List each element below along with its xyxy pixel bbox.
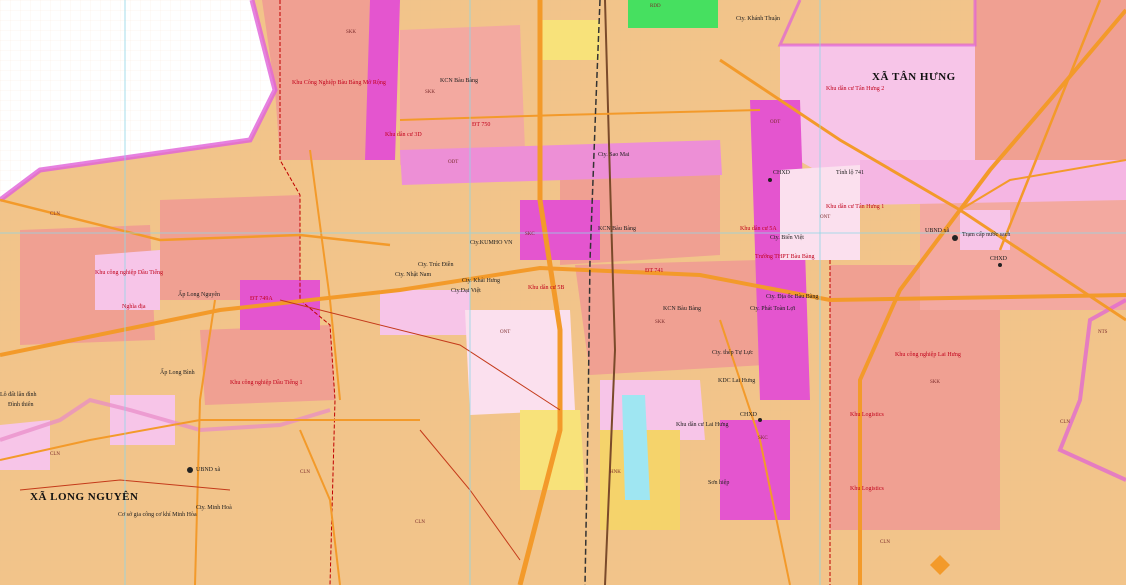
label-cty-sao-mai: Cty. Sao Mai <box>598 152 630 158</box>
code-label: HNK <box>610 470 621 475</box>
label-truong-thpt: Trường THPT Bàu Bàng <box>755 254 815 260</box>
label-cty-nhat-nam: Cty. Nhật Nam <box>395 272 432 278</box>
label-cty-minh-hoa: Cty. Minh Hoà <box>196 505 232 511</box>
chxd-marker-2 <box>998 263 1002 267</box>
label-cty-khai-hung: Cty. Khải Hưng <box>462 278 501 284</box>
map-canvas[interactable] <box>0 0 1126 585</box>
label-kcn-lai-hung: Khu công nghiệp Lai Hưng <box>895 352 961 358</box>
tan-hung-east-industrial <box>975 0 1126 180</box>
label-ap-long-binh: Ấp Long Bình <box>160 370 195 376</box>
label-dt-741: ĐT 741 <box>645 268 664 274</box>
label-khu-dan-cu-tan-hung-1: Khu dân cư Tân Hưng 1 <box>826 204 885 210</box>
chxd-marker-3 <box>758 418 762 422</box>
label-ap-long-nguyen: Ấp Long Nguyên <box>178 292 220 298</box>
label-lo-dat-lan-dinh: Lô đất lân đình <box>0 392 37 398</box>
label-cty-phat-toan-loi: Cty. Phát Toàn Lợi <box>750 306 796 312</box>
label-cty-khanh-thuan: Cty. Khánh Thuận <box>736 16 780 22</box>
code-label: SKK <box>346 30 357 35</box>
commune-label-tan-hung: XÃ TÂN HƯNG <box>872 71 956 83</box>
code-label: CLN <box>880 540 890 545</box>
label-kcn-dau-tieng: Khu công nghiệp Dầu Tiếng <box>95 270 163 276</box>
khu-dan-cu-dau-tieng <box>95 250 160 310</box>
label-cty-thep-tu-luc: Cty. thép Tự Lực <box>712 350 753 356</box>
label-cty-dai-viet: Cty.Đại Việt <box>451 288 481 294</box>
label-ubnd-tan-hung: UBND xã <box>925 228 950 234</box>
urban-strip-south <box>720 420 790 520</box>
label-dt-750: ĐT 750 <box>472 122 491 128</box>
label-khu-dan-cu-lai-hung: Khu dân cư Lai Hưng <box>676 422 729 428</box>
code-label: SKC <box>758 436 768 441</box>
code-label: CLN <box>300 470 310 475</box>
label-tinh-lo-741: Tỉnh lộ 741 <box>836 170 864 176</box>
ubnd-tan-hung-marker <box>952 235 958 241</box>
code-label: ONT <box>500 330 511 335</box>
label-cty-kumho-vn: Cty.KUMHO VN <box>470 240 513 246</box>
code-label: CLN <box>1060 420 1070 425</box>
code-label: CLN <box>415 520 425 525</box>
code-label: ONT <box>820 215 831 220</box>
label-kcn-bau-bang-north: KCN Bàu Bàng <box>440 78 478 84</box>
label-kdc-lai-hung: KDC Lai Hưng <box>718 378 756 384</box>
label-khu-dan-cu-3d: Khu dân cư 3D <box>385 132 422 138</box>
yellow-service-zone <box>540 20 600 60</box>
ubnd-long-nguyen-marker <box>187 467 193 473</box>
label-chxd-3: CHXD <box>740 412 758 418</box>
label-khu-dan-cu-5b: Khu dân cư 5B <box>528 285 565 291</box>
code-label: ODT <box>448 160 459 165</box>
code-label: SKK <box>425 90 436 95</box>
label-cty-bien-viet: Cty. Biển Việt <box>770 235 804 241</box>
code-label: RDD <box>650 4 661 9</box>
land-use-map[interactable]: XÃ TÂN HƯNG XÃ LONG NGUYÊN Khu Công Nghi… <box>0 0 1126 585</box>
forest-area <box>628 0 718 28</box>
label-kcn-bau-bang-south: KCN Bàu Bàng <box>663 306 701 312</box>
label-kcn-bau-bang-center: KCN Bàu Bàng <box>598 226 636 232</box>
label-cty-dia-oc: Cty. Địa ốc Bàu Bàng <box>766 294 819 300</box>
commune-label-long-nguyen: XÃ LONG NGUYÊN <box>30 491 139 503</box>
kcn-dau-tieng-1 <box>200 325 335 405</box>
urban-center-bau-bang <box>520 200 600 260</box>
label-co-so-co-khi: Cơ sở gia công cơ khí Minh Hòa <box>118 512 197 518</box>
chxd-marker-1 <box>768 178 772 182</box>
code-label: ODT <box>770 120 781 125</box>
khu-logistics <box>830 420 1000 530</box>
kcn-bau-bang-north <box>400 25 525 165</box>
label-chxd-2: CHXD <box>990 256 1008 262</box>
label-cty-truc-dien: Cty. Trúc Điền <box>418 262 454 268</box>
label-kcn-dau-tieng-1: Khu công nghiệp Dầu Tiếng 1 <box>230 380 303 386</box>
label-kcn-bau-bang-mo-rong: Khu Công Nghiệp Bàu Bàng Mở Rộng <box>292 80 386 86</box>
label-son-hiep: Sơn hiệp <box>708 480 730 486</box>
label-khu-dan-cu-tan-hung-2: Khu dân cư Tân Hưng 2 <box>826 86 885 92</box>
label-dinh-thien: Đình thiên <box>8 402 34 408</box>
label-khu-logistics-2: Khu Logistics <box>850 486 884 492</box>
label-khu-logistics: Khu Logistics <box>850 412 884 418</box>
label-tram-cap-nuoc: Trạm cấp nước sạch <box>962 232 1011 238</box>
label-khu-dan-cu-5a: Khu dân cư 5A <box>740 226 777 232</box>
label-chxd-1: CHXD <box>773 170 791 176</box>
label-dt-749a: ĐT 749A <box>250 296 273 302</box>
label-nghia-dia: Nghĩa địa <box>122 304 146 310</box>
code-label: CLN <box>50 212 60 217</box>
code-label: CLN <box>50 452 60 457</box>
kcn-bau-bang-south <box>575 260 765 375</box>
code-label: SKK <box>930 380 941 385</box>
label-ubnd-long-nguyen: UBND xã <box>196 467 221 473</box>
code-label: NTS <box>1098 330 1108 335</box>
code-label: SKC <box>525 232 535 237</box>
code-label: SKK <box>655 320 666 325</box>
